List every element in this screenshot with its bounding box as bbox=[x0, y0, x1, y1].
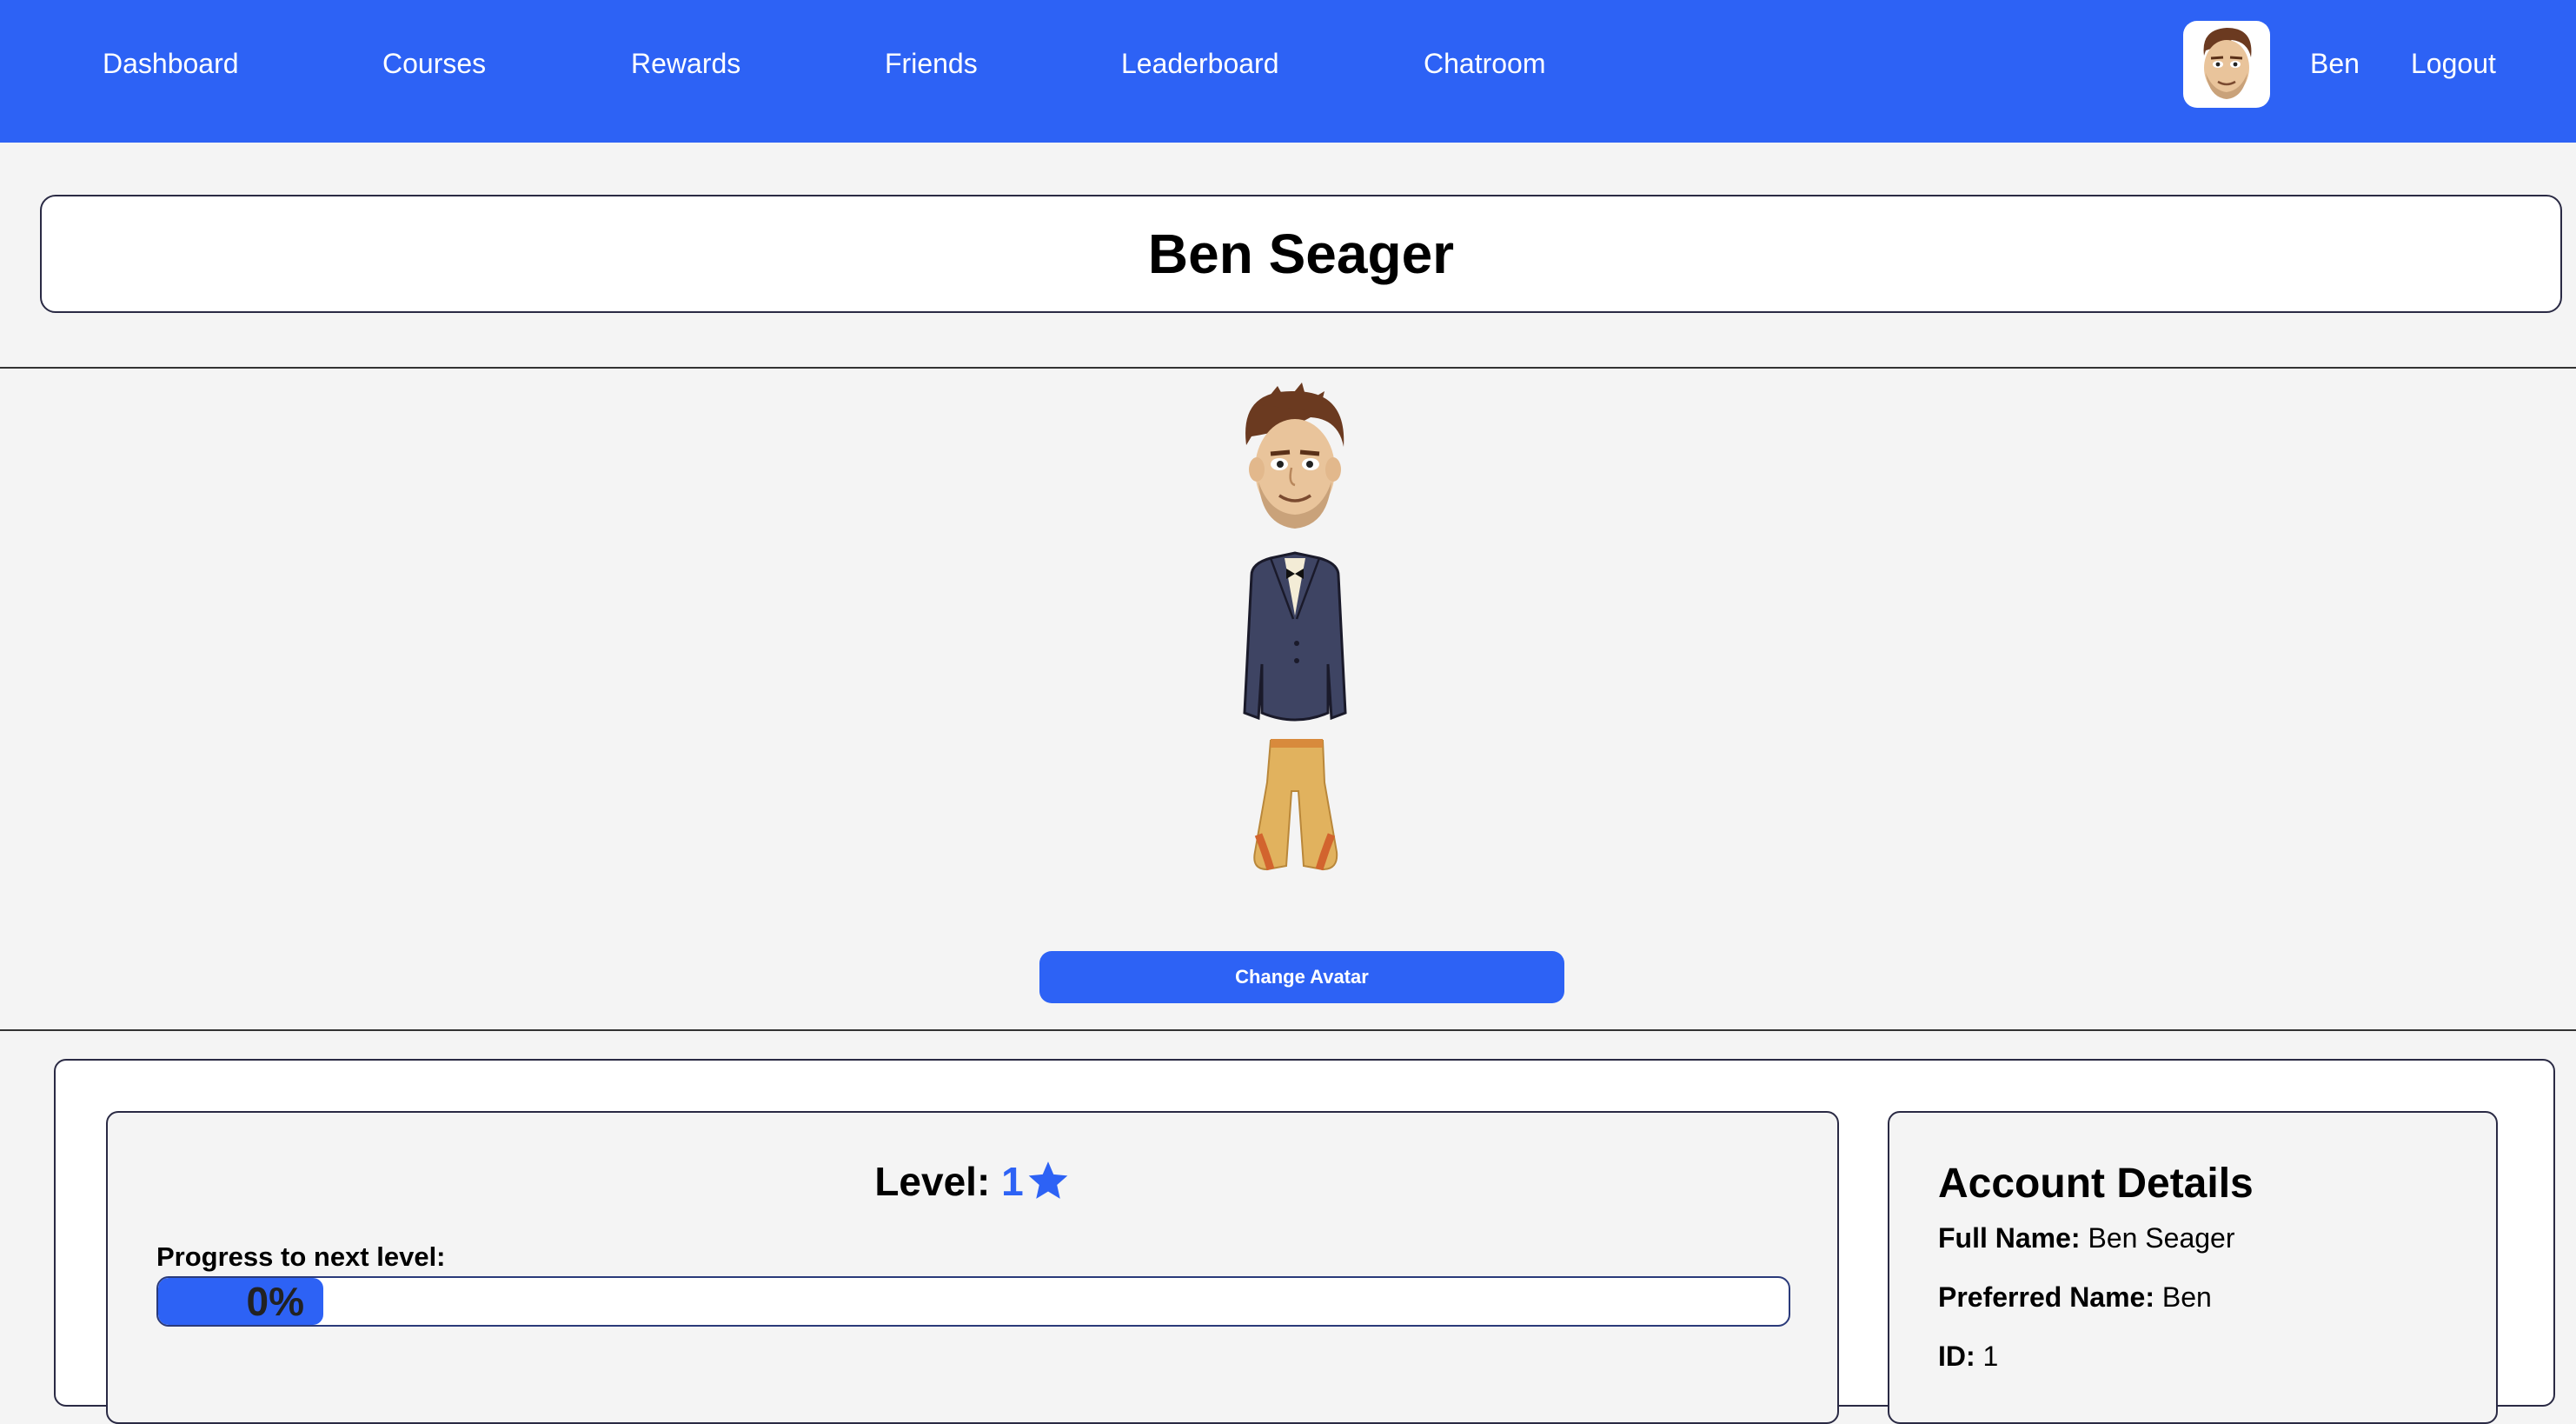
change-avatar-button[interactable]: Change Avatar bbox=[1039, 951, 1564, 1003]
profile-full-name: Ben Seager bbox=[1147, 223, 1455, 285]
account-row-full-name: Full Name: Ben Seager bbox=[1938, 1222, 2234, 1254]
account-value: Ben bbox=[2161, 1281, 2212, 1313]
avatar-jacket bbox=[1243, 551, 1347, 722]
nav-user-name[interactable]: Ben bbox=[2310, 0, 2360, 127]
section-divider bbox=[0, 1029, 2576, 1031]
top-navbar: Dashboard Courses Rewards Friends Leader… bbox=[0, 0, 2576, 143]
account-details-card: Account Details Full Name: Ben Seager Pr… bbox=[1888, 1111, 2498, 1424]
level-progress-bar: 0% bbox=[156, 1276, 1790, 1327]
account-value: 1 bbox=[1982, 1341, 1999, 1372]
account-label: ID: bbox=[1938, 1341, 1975, 1372]
profile-name-card: Ben Seager bbox=[40, 195, 2562, 313]
nav-link-courses[interactable]: Courses bbox=[382, 0, 486, 127]
account-label: Preferred Name: bbox=[1938, 1281, 2154, 1313]
nav-link-rewards[interactable]: Rewards bbox=[631, 0, 740, 127]
account-details-title: Account Details bbox=[1938, 1161, 2254, 1207]
section-divider bbox=[0, 367, 2576, 369]
nav-link-friends[interactable]: Friends bbox=[885, 0, 978, 127]
nav-link-chatroom[interactable]: Chatroom bbox=[1424, 0, 1546, 127]
nav-link-dashboard[interactable]: Dashboard bbox=[103, 0, 239, 127]
level-heading: Level: 1 bbox=[108, 1158, 1837, 1212]
level-label: Level: bbox=[874, 1159, 991, 1204]
avatar-figure bbox=[1217, 383, 1373, 904]
avatar-head bbox=[1245, 383, 1344, 529]
star-icon bbox=[1026, 1159, 1071, 1212]
account-value: Ben Seager bbox=[2088, 1222, 2235, 1254]
level-value: 1 bbox=[1001, 1159, 1024, 1204]
level-card: Level: 1 Progress to next level: 0% bbox=[106, 1111, 1839, 1424]
account-row-id: ID: 1 bbox=[1938, 1341, 1998, 1373]
logout-link[interactable]: Logout bbox=[2411, 0, 2496, 127]
account-row-preferred-name: Preferred Name: Ben bbox=[1938, 1281, 2212, 1314]
progress-text: 0% bbox=[246, 1279, 304, 1324]
avatar-pants bbox=[1253, 739, 1338, 871]
account-label: Full Name: bbox=[1938, 1222, 2081, 1254]
progress-label: Progress to next level: bbox=[156, 1241, 446, 1272]
nav-link-leaderboard[interactable]: Leaderboard bbox=[1121, 0, 1278, 127]
user-avatar-icon[interactable] bbox=[2183, 21, 2270, 108]
